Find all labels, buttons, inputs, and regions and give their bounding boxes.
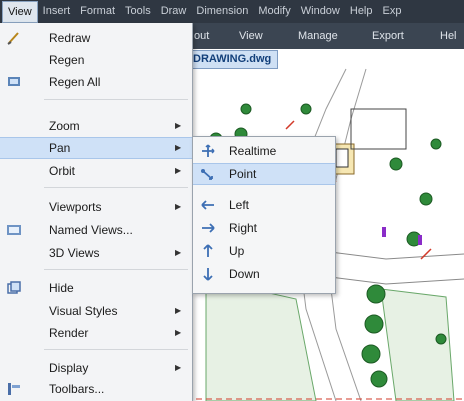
submenu-arrow-icon: ▶ xyxy=(175,363,182,372)
pan-realtime-icon xyxy=(202,144,215,157)
menu-item-label: Regen All xyxy=(49,75,101,89)
menu-item-label: 3D Views xyxy=(49,246,100,260)
menu-item-viewports[interactable]: Viewports ▶ xyxy=(0,196,192,218)
menu-item-label: Regen xyxy=(49,53,85,67)
menu-item-redraw[interactable]: Redraw xyxy=(0,27,192,49)
submenu-arrow-icon: ▶ xyxy=(175,143,182,152)
pan-left-icon xyxy=(201,200,214,210)
menu-tools[interactable]: Tools xyxy=(120,0,156,23)
menu-separator xyxy=(44,187,188,188)
pan-submenu: Realtime Point Left Right Up Down xyxy=(192,136,336,294)
pan-right-icon xyxy=(202,223,215,233)
submenu-item-label: Realtime xyxy=(229,144,277,158)
menu-item-visual-styles[interactable]: Visual Styles ▶ xyxy=(0,300,192,322)
pan-down-icon xyxy=(203,268,213,281)
menu-item-label: Visual Styles xyxy=(49,304,118,318)
menu-item-orbit[interactable]: Orbit ▶ xyxy=(0,160,192,182)
ribbon-tab-layout[interactable]: out xyxy=(194,23,209,49)
submenu-item-right[interactable]: Right xyxy=(193,217,335,239)
submenu-arrow-icon: ▶ xyxy=(175,166,182,175)
menu-item-label: Redraw xyxy=(49,31,91,45)
submenu-item-label: Up xyxy=(229,244,245,258)
submenu-item-label: Right xyxy=(229,221,258,235)
menu-item-label: Render xyxy=(49,326,89,340)
menu-item-toolbars[interactable]: Toolbars... xyxy=(0,378,192,400)
menu-bar: View Insert Format Tools Draw Dimension … xyxy=(0,0,464,23)
menu-separator xyxy=(44,99,188,100)
menu-insert[interactable]: Insert xyxy=(38,0,76,23)
menu-item-pan[interactable]: Pan ▶ xyxy=(0,137,192,159)
view-dropdown-menu: Redraw Regen Regen All Zoom ▶ Pan ▶ Orbi… xyxy=(0,23,193,401)
menu-view[interactable]: View xyxy=(2,0,38,23)
ribbon-tab-view[interactable]: View xyxy=(239,23,263,49)
ribbon-tab-help[interactable]: Hel xyxy=(440,23,457,49)
menu-item-label: Viewports xyxy=(49,200,102,214)
menu-dimension[interactable]: Dimension xyxy=(191,0,253,23)
document-tab[interactable]: DRAWING.dwg xyxy=(186,50,279,69)
menu-draw[interactable]: Draw xyxy=(156,0,192,23)
ribbon-tab-manage[interactable]: Manage xyxy=(298,23,338,49)
menu-item-hide[interactable]: Hide xyxy=(0,277,192,299)
menu-item-label: Zoom xyxy=(49,119,80,133)
submenu-arrow-icon: ▶ xyxy=(175,202,182,211)
menu-separator xyxy=(44,269,188,270)
menu-item-display[interactable]: Display ▶ xyxy=(0,357,192,379)
menu-item-regen[interactable]: Regen xyxy=(0,49,192,71)
menu-format[interactable]: Format xyxy=(75,0,120,23)
menu-item-3d-views[interactable]: 3D Views ▶ xyxy=(0,242,192,264)
submenu-item-label: Left xyxy=(229,198,250,212)
menu-window[interactable]: Window xyxy=(296,0,345,23)
menu-help[interactable]: Help xyxy=(345,0,378,23)
hide-icon xyxy=(7,281,21,294)
redraw-icon xyxy=(7,32,19,45)
submenu-item-up[interactable]: Up xyxy=(193,240,335,262)
regen-all-icon xyxy=(8,77,20,86)
toolbars-icon xyxy=(8,383,20,395)
submenu-arrow-icon: ▶ xyxy=(175,306,182,315)
submenu-arrow-icon: ▶ xyxy=(175,328,182,337)
submenu-item-left[interactable]: Left xyxy=(193,194,335,216)
menu-item-label: Orbit xyxy=(49,164,76,178)
menu-item-label: Pan xyxy=(49,141,71,155)
pan-up-icon xyxy=(203,244,213,257)
menu-item-label: Toolbars... xyxy=(49,382,105,396)
menu-item-render[interactable]: Render ▶ xyxy=(0,322,192,344)
submenu-arrow-icon: ▶ xyxy=(175,248,182,257)
submenu-item-realtime[interactable]: Realtime xyxy=(193,140,335,162)
submenu-item-label: Down xyxy=(229,267,260,281)
menu-separator xyxy=(44,349,188,350)
submenu-arrow-icon: ▶ xyxy=(175,121,182,130)
named-views-icon xyxy=(7,225,21,235)
menu-item-named-views[interactable]: Named Views... xyxy=(0,219,192,241)
menu-item-regen-all[interactable]: Regen All xyxy=(0,71,192,93)
menu-item-label: Hide xyxy=(49,281,74,295)
submenu-item-point[interactable]: Point xyxy=(193,163,335,185)
submenu-item-label: Point xyxy=(229,167,257,181)
menu-item-label: Display xyxy=(49,361,89,375)
menu-modify[interactable]: Modify xyxy=(253,0,295,23)
submenu-item-down[interactable]: Down xyxy=(193,263,335,285)
pan-point-icon xyxy=(201,169,213,180)
ribbon-tab-export[interactable]: Export xyxy=(372,23,404,49)
menu-express[interactable]: Exp xyxy=(378,0,407,23)
menu-item-zoom[interactable]: Zoom ▶ xyxy=(0,115,192,137)
menu-item-label: Named Views... xyxy=(49,223,133,237)
